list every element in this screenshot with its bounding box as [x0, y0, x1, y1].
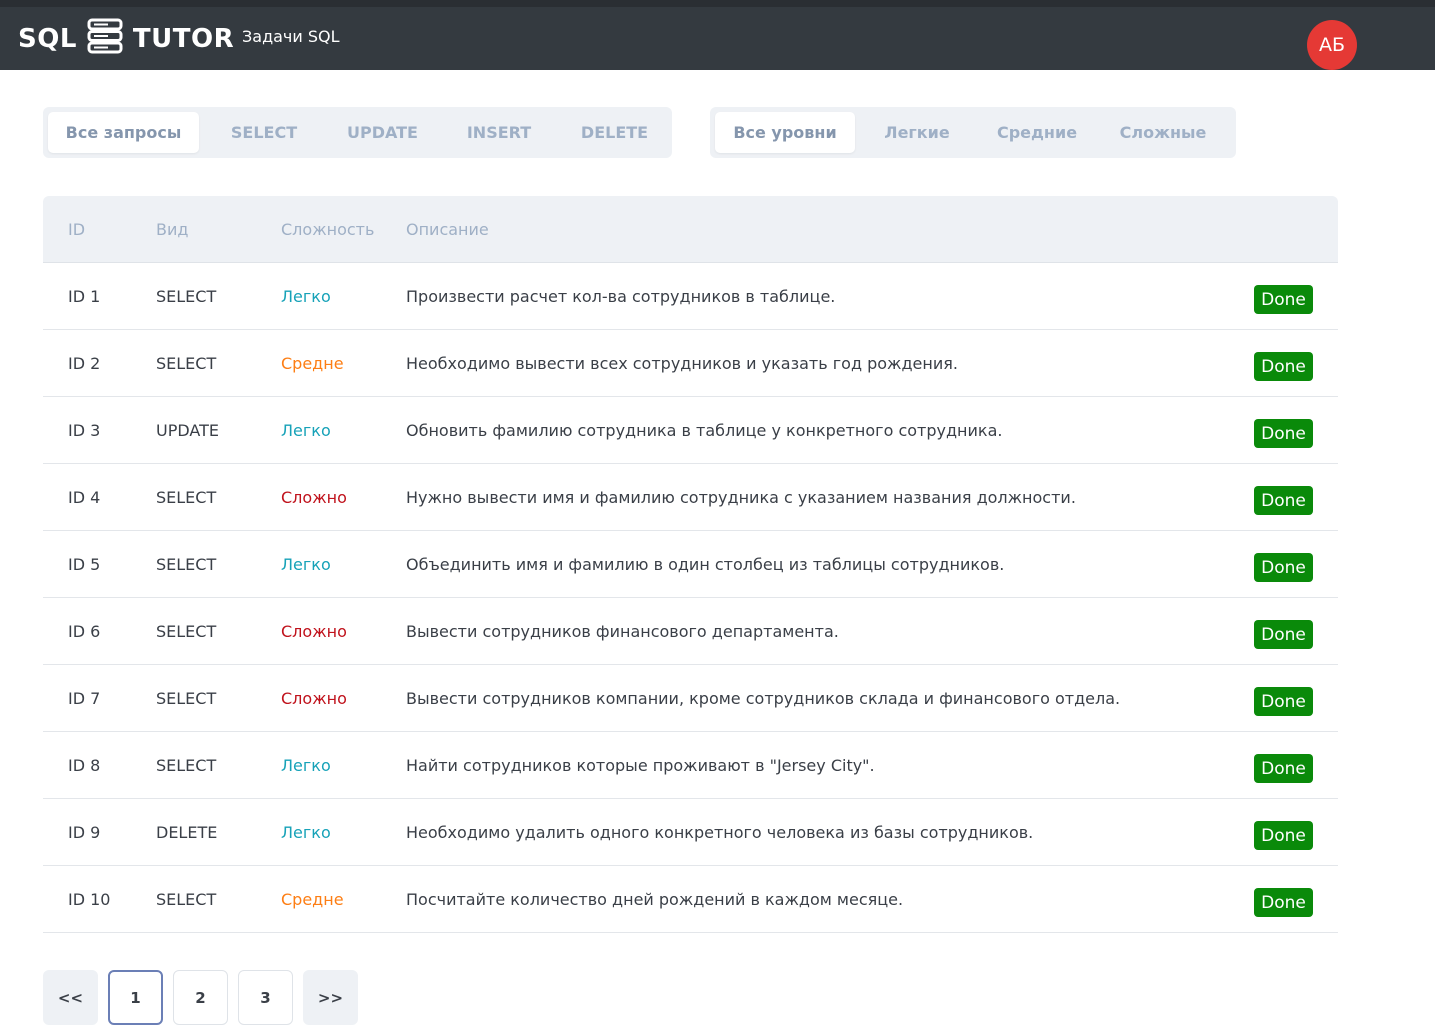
filter-easy[interactable]: Легкие — [855, 112, 979, 153]
status-badge-done: Done — [1254, 352, 1313, 381]
logo[interactable]: SQL TUTOR — [18, 18, 235, 61]
task-description[interactable]: Вывести сотрудников компании, кроме сотр… — [406, 689, 1120, 708]
column-header-description: Описание — [406, 220, 489, 239]
task-description[interactable]: Необходимо удалить одного конкретного че… — [406, 823, 1033, 842]
task-kind: SELECT — [156, 890, 217, 909]
top-navbar: SQL TUTOR Задачи SQL АБ — [0, 0, 1435, 76]
filter-delete[interactable]: DELETE — [562, 112, 667, 153]
filter-update[interactable]: UPDATE — [329, 112, 436, 153]
status-badge-done: Done — [1254, 620, 1313, 649]
tasks-table: ID Вид Сложность Описание ID 1 SELECT Легк… — [43, 196, 1338, 933]
status-badge-done: Done — [1254, 687, 1313, 716]
task-id: ID 1 — [68, 287, 101, 306]
table-row[interactable]: ID 7 SELECT Сложно Вывести сотрудников комп… — [43, 665, 1338, 732]
query-type-filter: Все запросы SELECT UPDATE INSERT DELETE — [43, 107, 672, 158]
table-row[interactable]: ID 8 SELECT Легко Найти сотрудников которые… — [43, 732, 1338, 799]
column-header-difficulty: Сложность — [281, 220, 375, 239]
table-row[interactable]: ID 6 SELECT Сложно Вывести сотрудников фина… — [43, 598, 1338, 665]
filter-hard[interactable]: Сложные — [1095, 112, 1231, 153]
task-description[interactable]: Объединить имя и фамилию в один столбец … — [406, 555, 1004, 574]
task-kind: UPDATE — [156, 421, 219, 440]
pagination-next[interactable]: >> — [303, 970, 358, 1025]
task-id: ID 4 — [68, 488, 101, 507]
task-difficulty: Легко — [281, 823, 331, 842]
task-difficulty: Сложно — [281, 689, 347, 708]
task-difficulty: Легко — [281, 756, 331, 775]
task-difficulty: Средне — [281, 890, 344, 909]
task-kind: SELECT — [156, 622, 217, 641]
task-description[interactable]: Произвести расчет кол-ва сотрудников в т… — [406, 287, 835, 306]
status-badge-done: Done — [1254, 486, 1313, 515]
task-kind: SELECT — [156, 287, 217, 306]
filter-insert[interactable]: INSERT — [436, 112, 562, 153]
table-header: ID Вид Сложность Описание — [43, 196, 1338, 263]
user-avatar[interactable]: АБ — [1307, 20, 1357, 70]
filter-select[interactable]: SELECT — [199, 112, 329, 153]
task-id: ID 10 — [68, 890, 111, 909]
pagination: << 1 2 3 >> — [43, 970, 358, 1025]
filter-all-queries[interactable]: Все запросы — [48, 112, 199, 153]
pagination-page-2[interactable]: 2 — [173, 970, 228, 1025]
pagination-prev[interactable]: << — [43, 970, 98, 1025]
pagination-page-3[interactable]: 3 — [238, 970, 293, 1025]
status-badge-done: Done — [1254, 553, 1313, 582]
task-id: ID 7 — [68, 689, 101, 708]
task-kind: SELECT — [156, 488, 217, 507]
task-description[interactable]: Нужно вывести имя и фамилию сотрудника с… — [406, 488, 1076, 507]
task-id: ID 3 — [68, 421, 101, 440]
task-id: ID 9 — [68, 823, 101, 842]
status-badge-done: Done — [1254, 419, 1313, 448]
task-kind: SELECT — [156, 555, 217, 574]
task-id: ID 8 — [68, 756, 101, 775]
task-description[interactable]: Необходимо вывести всех сотрудников и ук… — [406, 354, 958, 373]
status-badge-done: Done — [1254, 754, 1313, 783]
task-difficulty: Сложно — [281, 622, 347, 641]
table-row[interactable]: ID 4 SELECT Сложно Нужно вывести имя и фами… — [43, 464, 1338, 531]
task-description[interactable]: Посчитайте количество дней рождений в ка… — [406, 890, 903, 909]
filter-medium[interactable]: Средние — [979, 112, 1095, 153]
task-difficulty: Сложно — [281, 488, 347, 507]
task-kind: SELECT — [156, 689, 217, 708]
status-badge-done: Done — [1254, 285, 1313, 314]
status-badge-done: Done — [1254, 821, 1313, 850]
database-icon — [87, 18, 123, 61]
task-kind: SELECT — [156, 756, 217, 775]
pagination-page-1[interactable]: 1 — [108, 970, 163, 1025]
task-description[interactable]: Вывести сотрудников финансового департам… — [406, 622, 839, 641]
column-header-id: ID — [68, 220, 86, 239]
task-id: ID 5 — [68, 555, 101, 574]
logo-text-tutor: TUTOR — [132, 24, 235, 54]
task-id: ID 6 — [68, 622, 101, 641]
table-row[interactable]: ID 9 DELETE Легко Необходимо удалить одного… — [43, 799, 1338, 866]
task-difficulty: Легко — [281, 555, 331, 574]
table-row[interactable]: ID 2 SELECT Средне Необходимо вывести всех … — [43, 330, 1338, 397]
level-filter: Все уровни Легкие Средние Сложные — [710, 107, 1236, 158]
filter-all-levels[interactable]: Все уровни — [715, 112, 855, 153]
task-difficulty: Легко — [281, 287, 331, 306]
logo-text-sql: SQL — [18, 24, 77, 54]
task-description[interactable]: Обновить фамилию сотрудника в таблице у … — [406, 421, 1002, 440]
table-row[interactable]: ID 3 UPDATE Легко Обновить фамилию сотрудни… — [43, 397, 1338, 464]
task-description[interactable]: Найти сотрудников которые проживают в "J… — [406, 756, 875, 775]
task-difficulty: Средне — [281, 354, 344, 373]
table-row[interactable]: ID 5 SELECT Легко Объединить имя и фамилию … — [43, 531, 1338, 598]
table-row[interactable]: ID 1 SELECT Легко Произвести расчет кол-ва … — [43, 263, 1338, 330]
table-row[interactable]: ID 10 SELECT Средне Посчитайте количество д… — [43, 866, 1338, 933]
task-kind: SELECT — [156, 354, 217, 373]
status-badge-done: Done — [1254, 888, 1313, 917]
task-difficulty: Легко — [281, 421, 331, 440]
nav-link-sql-tasks[interactable]: Задачи SQL — [242, 27, 340, 46]
task-id: ID 2 — [68, 354, 101, 373]
task-kind: DELETE — [156, 823, 218, 842]
nav-active-indicator — [242, 73, 343, 76]
column-header-kind: Вид — [156, 220, 189, 239]
